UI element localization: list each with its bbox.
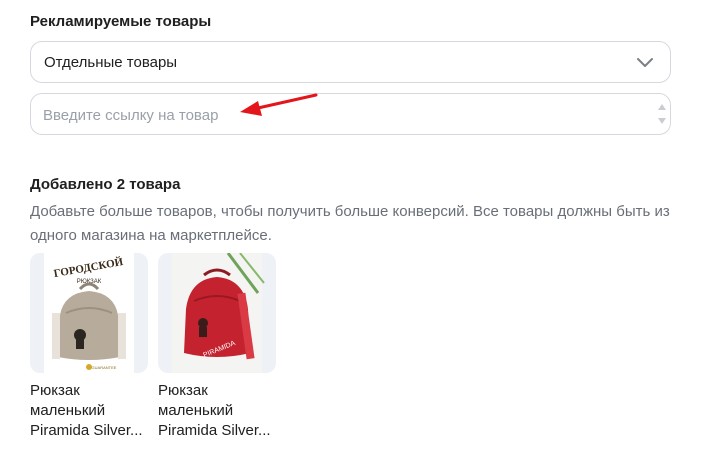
spin-down-icon[interactable] [658, 118, 666, 124]
select-value: Отдельные товары [44, 54, 178, 71]
product-card[interactable]: ГОРОДСКОЙ РЮКЗАК GUARANTEE Рюкзак малень… [30, 253, 150, 441]
spin-up-icon[interactable] [658, 104, 666, 110]
chevron-down-icon [637, 58, 653, 67]
added-description: Добавьте больше товаров, чтобы получить … [30, 203, 670, 244]
product-card[interactable]: PIRAMIDA Рюкзак маленький Piramida Silve… [158, 253, 278, 441]
product-link-field[interactable] [30, 93, 671, 135]
added-title: Добавлено 2 товара [30, 176, 181, 193]
product-image: ГОРОДСКОЙ РЮКЗАК GUARANTEE [30, 253, 148, 373]
product-title: Рюкзак маленький Piramida Silver... [158, 382, 271, 439]
product-image: PIRAMIDA [158, 253, 276, 373]
product-title: Рюкзак маленький Piramida Silver... [30, 382, 143, 439]
product-link-input[interactable] [43, 104, 643, 126]
section-title: Рекламируемые товары [30, 13, 212, 30]
promotion-type-select[interactable]: Отдельные товары [30, 41, 671, 83]
product-image-caption: GUARANTEE [92, 365, 117, 370]
